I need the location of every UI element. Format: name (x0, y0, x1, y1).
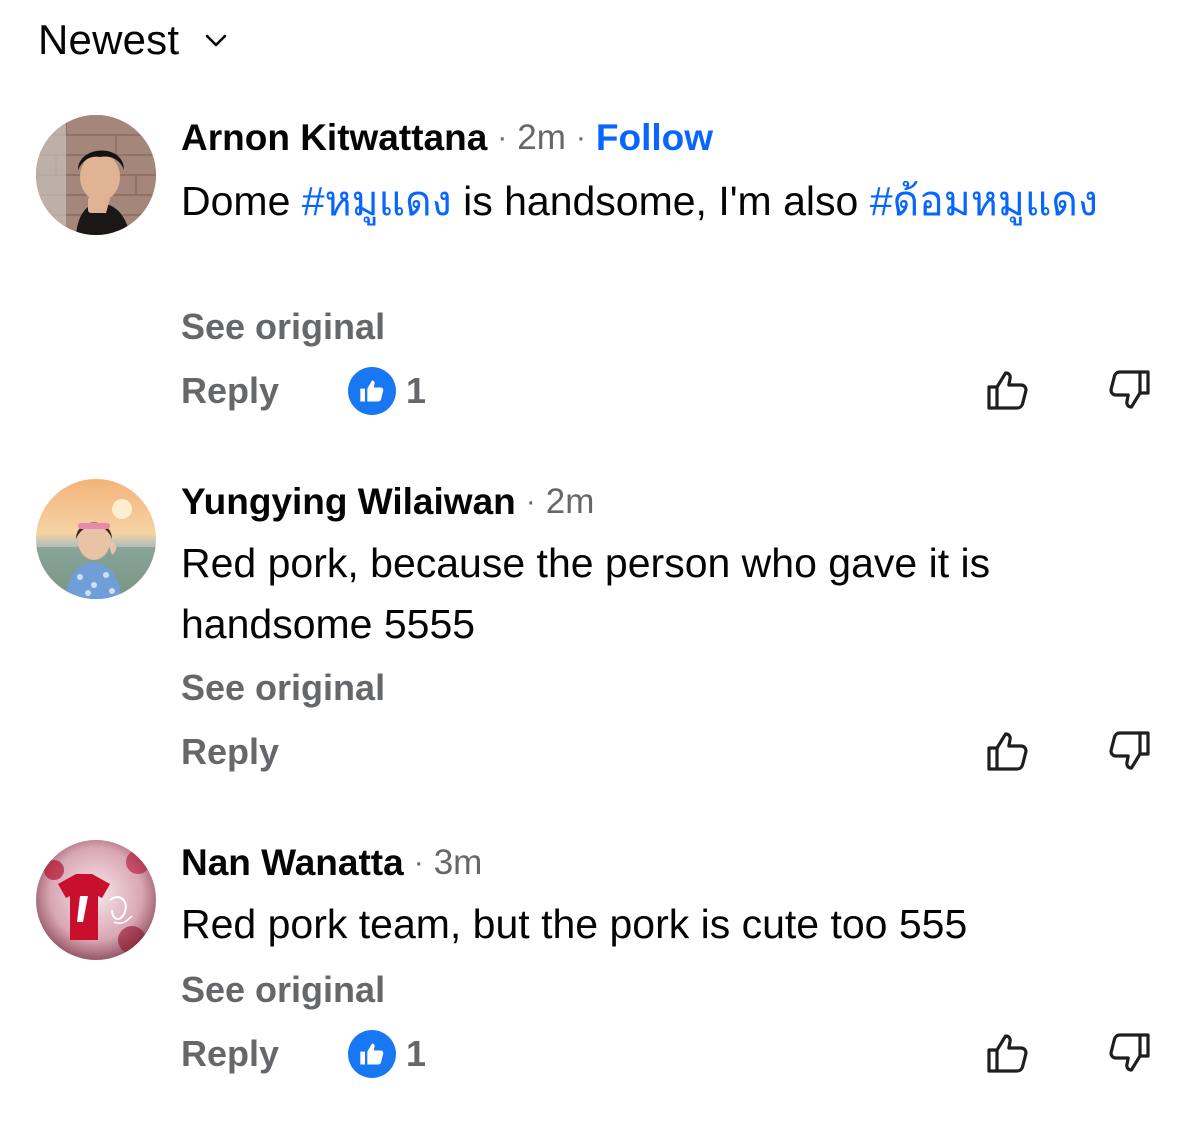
comment-text: Red pork, because the person who gave it… (181, 540, 991, 647)
see-original-link[interactable]: See original (181, 667, 385, 709)
thumbs-up-outline-icon[interactable] (984, 366, 1032, 414)
author-name[interactable]: Arnon Kitwattana (181, 117, 487, 159)
reaction-count: 1 (406, 370, 427, 411)
see-original-link[interactable]: See original (181, 306, 385, 348)
author-name[interactable]: Yungying Wilaiwan (181, 481, 516, 523)
comment-header: Nan Wanatta · 3m (181, 838, 482, 888)
separator-dot: · (525, 485, 536, 518)
comment-text: Dome #หมูแดง is handsome, I'm also #ด้อม… (181, 171, 1101, 232)
thumbs-up-outline-icon[interactable] (984, 727, 1032, 775)
comment-header: Yungying Wilaiwan · 2m (181, 477, 594, 527)
thumbs-down-outline-icon[interactable] (1105, 366, 1153, 414)
sort-label: Newest (38, 16, 180, 63)
reply-button[interactable]: Reply (181, 731, 279, 773)
comment-text-part: Dome (181, 178, 302, 224)
comment-header: Arnon Kitwattana · 2m · Follow (181, 113, 713, 163)
comment-time[interactable]: 2m (517, 118, 566, 158)
reply-button[interactable]: Reply (181, 1033, 279, 1075)
comment-text-part: is handsome, I'm also (451, 178, 870, 224)
hashtag-link[interactable]: #ด้อมหมูแดง (870, 178, 1098, 224)
avatar[interactable] (36, 479, 156, 599)
like-reaction-icon (348, 367, 396, 415)
comment-time[interactable]: 3m (434, 843, 483, 883)
separator-dot: · (413, 846, 424, 879)
chevron-down-icon (203, 27, 229, 53)
reaction-summary[interactable]: 1 (348, 1030, 426, 1078)
thumbs-up-outline-icon[interactable] (984, 1029, 1032, 1077)
thumbs-down-outline-icon[interactable] (1105, 1029, 1153, 1077)
reaction-summary[interactable]: 1 (348, 367, 426, 415)
comment-text: Red pork team, but the pork is cute too … (181, 901, 968, 947)
hashtag-link[interactable]: #หมูแดง (302, 178, 452, 224)
follow-button[interactable]: Follow (596, 117, 713, 159)
author-name[interactable]: Nan Wanatta (181, 842, 404, 884)
thumbs-down-outline-icon[interactable] (1105, 727, 1153, 775)
separator-dot: · (575, 121, 586, 154)
reply-button[interactable]: Reply (181, 370, 279, 412)
avatar[interactable] (36, 115, 156, 235)
sort-dropdown[interactable]: Newest (38, 14, 229, 66)
separator-dot: · (497, 121, 508, 154)
like-reaction-icon (348, 1030, 396, 1078)
avatar[interactable] (36, 840, 156, 960)
see-original-link[interactable]: See original (181, 969, 385, 1011)
reaction-count: 1 (406, 1033, 427, 1074)
comment-time[interactable]: 2m (546, 482, 595, 522)
